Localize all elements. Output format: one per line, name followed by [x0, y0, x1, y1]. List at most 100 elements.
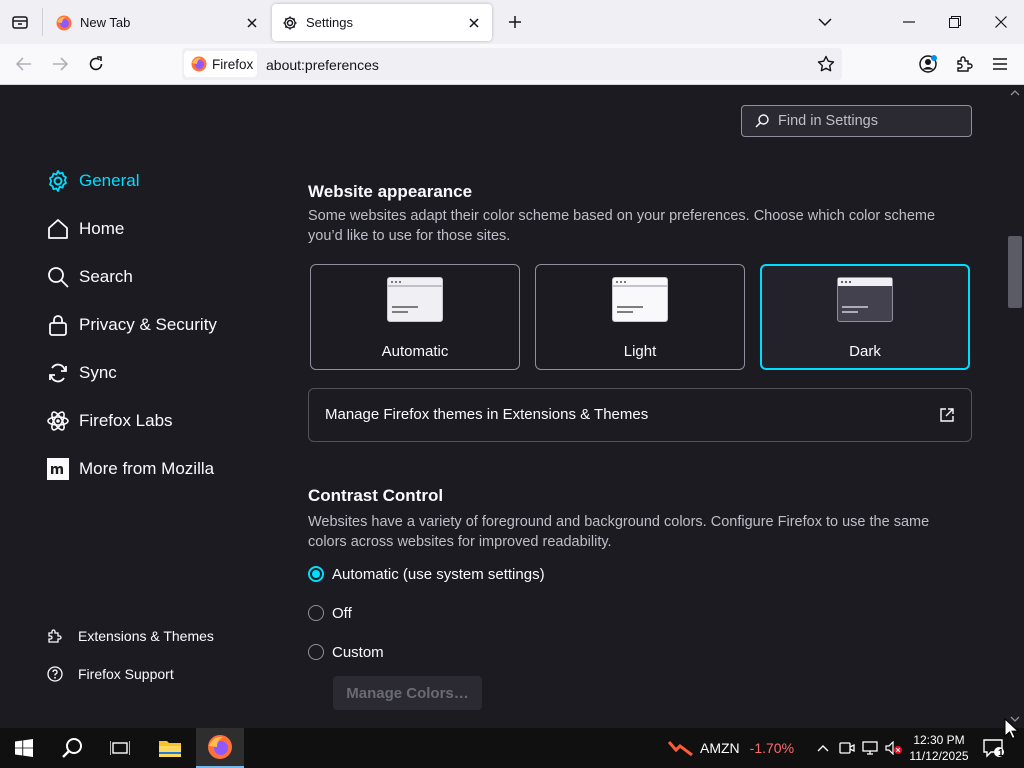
close-tab-icon[interactable]: [462, 11, 486, 35]
sidebar-item-label: Privacy & Security: [79, 315, 217, 334]
contrast-control-heading: Contrast Control: [308, 486, 444, 505]
radio-button[interactable]: [308, 644, 324, 660]
sidebar-item-privacy-security[interactable]: Privacy & Security: [45, 310, 217, 340]
radio-button[interactable]: [308, 566, 324, 582]
gear-icon: [45, 168, 71, 194]
sync-icon: [45, 360, 71, 386]
stock-trend-icon: [668, 740, 694, 756]
website-appearance-description: Some websites adapt their color scheme b…: [308, 208, 936, 244]
search-icon: [45, 264, 71, 290]
clock-date: 11/12/2025: [909, 749, 969, 763]
sidebar-item-general[interactable]: General: [45, 166, 139, 196]
sidebar-item-search[interactable]: Search: [45, 262, 133, 292]
sidebar-item-home[interactable]: Home: [45, 214, 124, 244]
firefox-logo-icon: [56, 15, 72, 31]
radio-label: Custom: [332, 643, 384, 661]
appearance-option-label: Dark: [849, 343, 881, 360]
hamburger-menu-icon[interactable]: [986, 50, 1014, 78]
account-icon[interactable]: [914, 50, 942, 78]
home-icon: [45, 216, 71, 242]
volume-muted-icon[interactable]: [883, 728, 905, 768]
start-button[interactable]: [0, 728, 48, 768]
stock-change: -1.70%: [749, 740, 795, 756]
minimize-icon[interactable]: [894, 8, 924, 36]
identity-box[interactable]: Firefox: [184, 51, 257, 77]
meet-now-icon[interactable]: [836, 728, 858, 768]
search-input[interactable]: [778, 106, 968, 136]
sidebar-item-label: Home: [79, 219, 125, 238]
list-all-tabs-chevron-icon[interactable]: [812, 8, 838, 36]
identity-label: Firefox: [212, 56, 254, 72]
tab-new-tab[interactable]: New Tab: [46, 4, 270, 41]
task-view-icon[interactable]: [96, 728, 144, 768]
windows-logo-icon: [15, 739, 33, 757]
file-explorer-icon[interactable]: [146, 728, 194, 768]
scrollbar-thumb[interactable]: [1008, 236, 1022, 308]
radio-label: Automatic (use system settings): [332, 565, 545, 583]
sidebar-item-label: Firefox Labs: [79, 411, 173, 430]
sidebar-link-label: Firefox Support: [78, 666, 174, 682]
windows-taskbar: AMZN -1.70% 12:30 PM 11/12/2025 1: [0, 728, 1024, 768]
sidebar-item-label: General: [79, 171, 140, 190]
search-icon[interactable]: [48, 728, 96, 768]
appearance-option-light[interactable]: Light: [535, 264, 745, 370]
external-link-icon: [939, 407, 955, 423]
sidebar-item-more-from-mozilla[interactable]: More from Mozilla: [45, 454, 214, 484]
new-tab-plus-icon[interactable]: [502, 8, 528, 36]
tab-settings[interactable]: Settings: [272, 4, 492, 41]
radio-button[interactable]: [308, 605, 324, 621]
notification-count-badge: 1: [998, 748, 1004, 759]
tab-label: Settings: [306, 15, 353, 30]
find-in-settings-search[interactable]: [741, 105, 972, 137]
mouse-cursor-icon: [1003, 718, 1019, 740]
mozilla-icon: [45, 456, 71, 482]
tab-overview-icon[interactable]: [6, 8, 34, 36]
gear-icon: [282, 15, 298, 31]
help-icon: [46, 665, 64, 683]
close-window-icon[interactable]: [986, 8, 1016, 36]
appearance-option-dark[interactable]: Dark: [760, 264, 970, 370]
stock-ticker: AMZN: [700, 740, 740, 756]
website-appearance-heading: Website appearance: [308, 182, 473, 201]
close-tab-icon[interactable]: [240, 11, 264, 35]
search-icon: [754, 113, 770, 129]
show-hidden-icons-chevron-icon[interactable]: [812, 728, 834, 768]
contrast-option-custom[interactable]: Custom: [308, 641, 384, 663]
sidebar-item-firefox-labs[interactable]: Firefox Labs: [45, 406, 173, 436]
contrast-option-automatic[interactable]: Automatic (use system settings): [308, 563, 545, 585]
url-text[interactable]: about:preferences: [266, 57, 379, 73]
network-icon[interactable]: [859, 728, 881, 768]
labs-icon: [45, 408, 71, 434]
tab-bar: New Tab Settings: [0, 0, 1024, 44]
manage-themes-link[interactable]: Manage Firefox themes in Extensions & Th…: [308, 388, 972, 442]
sidebar-item-sync[interactable]: Sync: [45, 358, 117, 388]
bookmark-star-icon[interactable]: [812, 50, 840, 78]
clock-time: 12:30 PM: [913, 733, 965, 747]
dark-preview-icon: [837, 277, 893, 322]
radio-label: Off: [332, 604, 352, 622]
sidebar-item-label: Search: [79, 267, 133, 286]
scroll-up-arrow-icon[interactable]: [1008, 87, 1022, 99]
restore-icon[interactable]: [940, 8, 970, 36]
contrast-control-description: Websites have a variety of foreground an…: [308, 514, 930, 550]
automatic-preview-icon: [387, 277, 443, 322]
appearance-option-label: Light: [623, 343, 657, 360]
stock-widget[interactable]: AMZN -1.70%: [668, 728, 798, 768]
contrast-option-off[interactable]: Off: [308, 602, 352, 624]
sidebar-item-label: More from Mozilla: [79, 459, 215, 478]
clock[interactable]: 12:30 PM 11/12/2025: [904, 728, 974, 768]
scrollbar-track[interactable]: [1005, 85, 1024, 728]
manage-colors-button[interactable]: Manage Colors…: [333, 676, 482, 710]
firefox-logo-icon: [191, 56, 207, 72]
sidebar-link-firefox-support[interactable]: Firefox Support: [46, 663, 174, 685]
appearance-option-label: Automatic: [381, 343, 449, 360]
firefox-taskbar-icon[interactable]: [196, 728, 244, 768]
lock-icon: [45, 312, 71, 338]
appearance-option-automatic[interactable]: Automatic: [310, 264, 520, 370]
forward-arrow-icon[interactable]: [46, 50, 74, 78]
extensions-puzzle-icon[interactable]: [950, 50, 978, 78]
manage-themes-label: Manage Firefox themes in Extensions & Th…: [325, 406, 649, 423]
sidebar-link-extensions-themes[interactable]: Extensions & Themes: [46, 625, 214, 647]
reload-icon[interactable]: [82, 50, 110, 78]
back-arrow-icon[interactable]: [10, 50, 38, 78]
